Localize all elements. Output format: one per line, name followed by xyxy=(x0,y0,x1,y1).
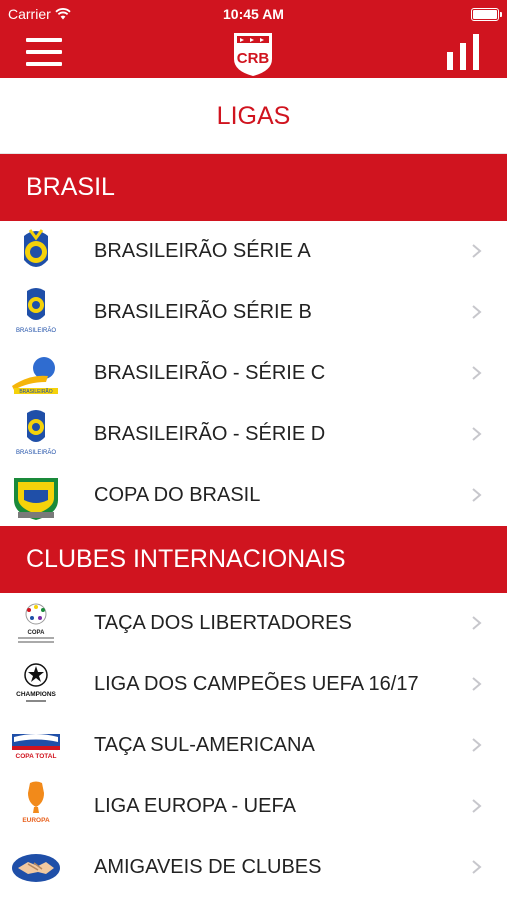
hamburger-line xyxy=(26,50,62,54)
list-item-label: TAÇA DOS LIBERTADORES xyxy=(94,612,352,634)
copa-do-brasil-logo-icon xyxy=(14,478,58,520)
chevron-right-icon xyxy=(472,488,482,502)
bar-icon-segment xyxy=(473,34,479,70)
list-item-brasileirao-serie-c[interactable]: BRASILEIRÃO BRASILEIRÃO - SÉRIE C xyxy=(0,343,507,404)
champions-league-logo-icon: CHAMPIONS xyxy=(16,663,57,702)
status-bar: Carrier 10:45 AM xyxy=(0,0,507,28)
hamburger-line xyxy=(26,62,62,66)
list-item-label: AMIGAVEIS DE CLUBES xyxy=(94,856,322,878)
crb-club-logo: CRB xyxy=(234,33,272,76)
list-item-brasileirao-serie-b[interactable]: BRASILEIRÃO BRASILEIRÃO SÉRIE B xyxy=(0,282,507,343)
clock: 10:45 AM xyxy=(223,6,284,22)
icon-caption: BRASILEIRÃO xyxy=(16,327,56,334)
list-item-amigaveis[interactable]: AMIGAVEIS DE CLUBES xyxy=(0,837,507,898)
chevron-right-icon xyxy=(472,738,482,752)
icon-caption: BRASILEIRÃO xyxy=(19,388,52,395)
brasileirao-serie-b-logo-icon: BRASILEIRÃO xyxy=(16,288,56,334)
list-item-label: BRASILEIRÃO - SÉRIE C xyxy=(94,362,326,384)
list-item-label: LIGA DOS CAMPEÕES UEFA 16/17 xyxy=(94,673,419,695)
bar-icon-segment xyxy=(447,52,453,70)
list-item-brasileirao-serie-d[interactable]: BRASILEIRÃO BRASILEIRÃO - SÉRIE D xyxy=(0,404,507,465)
list-item-label: BRASILEIRÃO SÉRIE A xyxy=(94,240,311,262)
logo-text: CRB xyxy=(237,50,270,67)
icon-caption: COPA xyxy=(28,630,46,636)
list-item-brasileirao-serie-a[interactable]: BRASILEIRÃO SÉRIE A xyxy=(0,221,507,282)
menu-button[interactable] xyxy=(26,38,62,66)
chevron-right-icon xyxy=(472,799,482,813)
chevron-right-icon xyxy=(472,244,482,258)
brasileirao-serie-c-logo-icon: BRASILEIRÃO xyxy=(12,357,58,395)
list-item-champions-league[interactable]: CHAMPIONS LIGA DOS CAMPEÕES UEFA 16/17 xyxy=(0,654,507,715)
list-item-label: LIGA EUROPA - UEFA xyxy=(94,795,296,817)
list-item-label: BRASILEIRÃO SÉRIE B xyxy=(94,301,312,323)
chevron-right-icon xyxy=(472,860,482,874)
icon-caption: CHAMPIONS xyxy=(16,691,56,698)
list-item-copa-do-brasil[interactable]: COPA DO BRASIL xyxy=(0,465,507,526)
list-item-label: BRASILEIRÃO - SÉRIE D xyxy=(94,423,326,445)
brasileirao-serie-d-logo-icon: BRASILEIRÃO xyxy=(16,410,56,456)
chevron-right-icon xyxy=(472,677,482,691)
handshake-logo-icon xyxy=(12,854,60,882)
libertadores-logo-icon: COPA xyxy=(18,603,54,643)
hamburger-line xyxy=(26,38,62,42)
battery-icon xyxy=(471,8,502,21)
list-item-sudamericana[interactable]: COPA TOTAL TAÇA SUL-AMERICANA xyxy=(0,715,507,776)
section-header-clubes-internacionais: CLUBES INTERNACIONAIS xyxy=(0,526,507,593)
icon-caption: BRASILEIRÃO xyxy=(16,449,56,456)
stats-button[interactable] xyxy=(447,34,483,70)
brasileirao-serie-a-logo-icon xyxy=(24,229,48,267)
page-title: LIGAS xyxy=(0,78,507,154)
list-item-label: COPA DO BRASIL xyxy=(94,484,261,506)
navigation-bar: Carrier 10:45 AM CRB xyxy=(0,0,507,78)
list-item-label: TAÇA SUL-AMERICANA xyxy=(94,734,315,756)
bar-icon-segment xyxy=(460,43,466,70)
list-item-libertadores[interactable]: COPA TAÇA DOS LIBERTADORES xyxy=(0,593,507,654)
icon-caption: EUROPA xyxy=(22,817,50,824)
icon-caption: COPA TOTAL xyxy=(16,753,57,760)
europa-league-logo-icon: EUROPA xyxy=(22,781,50,824)
chevron-right-icon xyxy=(472,427,482,441)
chevron-right-icon xyxy=(472,616,482,630)
list-item-europa-league[interactable]: EUROPA LIGA EUROPA - UEFA xyxy=(0,776,507,837)
chevron-right-icon xyxy=(472,366,482,380)
sudamericana-logo-icon: COPA TOTAL xyxy=(12,734,60,760)
chevron-right-icon xyxy=(472,305,482,319)
section-header-brasil: BRASIL xyxy=(0,154,507,221)
